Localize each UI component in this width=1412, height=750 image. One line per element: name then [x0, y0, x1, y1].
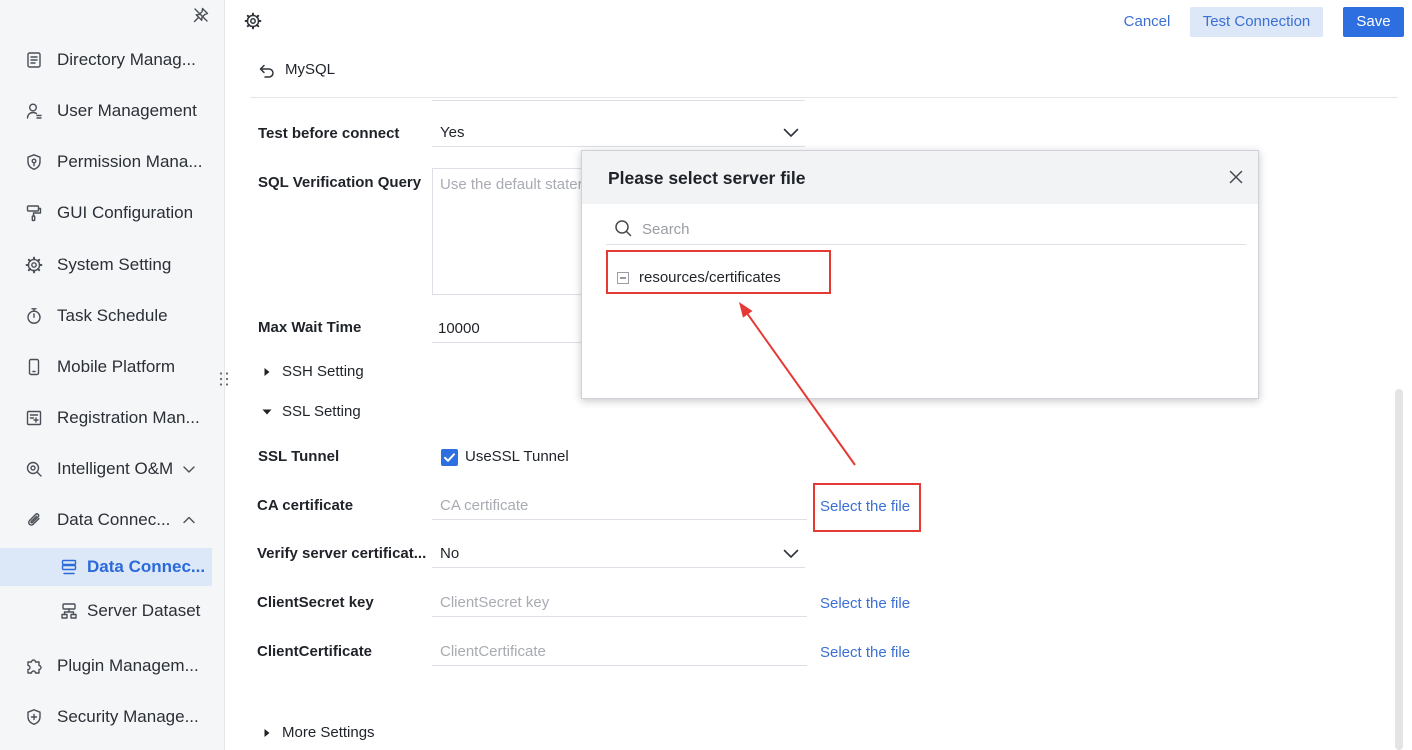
ca-certificate-select-file-link[interactable]: Select the file [820, 497, 910, 517]
sidebar-subitem-data-connection[interactable]: Data Connec... [0, 548, 212, 586]
client-certificate-select-file-link[interactable]: Select the file [820, 643, 910, 663]
search-underline [606, 244, 1246, 245]
shield-icon [25, 153, 43, 171]
test-before-connect-select[interactable]: Yes [432, 119, 805, 147]
chevron-down-icon [783, 128, 799, 138]
dataset-icon [60, 602, 78, 620]
max-wait-time-label: Max Wait Time [258, 319, 362, 336]
dialog-header: Please select server file [582, 151, 1258, 204]
client-secret-key-label: ClientSecret key [257, 594, 374, 611]
sidebar-item-label: Registration Man... [57, 408, 200, 427]
pin-icon[interactable] [192, 6, 210, 24]
sidebar-item-user-management[interactable]: User Management [0, 89, 212, 133]
search-icon [614, 219, 632, 237]
ssl-tunnel-checkbox[interactable] [441, 449, 458, 466]
more-settings-label: More Settings [282, 724, 375, 741]
sidebar-item-label: User Management [57, 101, 197, 120]
client-certificate-input[interactable] [432, 638, 807, 666]
sql-verification-query-label: SQL Verification Query [258, 174, 422, 191]
paperclip-icon [25, 511, 43, 529]
ca-certificate-label: CA certificate [257, 497, 354, 514]
select-value: No [440, 545, 460, 562]
client-secret-key-input[interactable] [432, 589, 807, 617]
dialog-title: Please select server file [608, 168, 806, 188]
close-icon[interactable] [1229, 170, 1243, 184]
sidebar-item-data-connection-group[interactable]: Data Connec... [0, 498, 212, 542]
select-server-file-dialog: Please select server file resources/cert… [581, 150, 1259, 399]
sidebar-item-label: Directory Manag... [57, 50, 196, 69]
ssl-tunnel-checkbox-label[interactable]: UseSSL Tunnel [465, 447, 569, 467]
puzzle-icon [25, 657, 43, 675]
tree-node-label: resources/certificates [639, 269, 781, 286]
sidebar-item-intelligent-om[interactable]: Intelligent O&M [0, 447, 212, 491]
sidebar-item-label: Mobile Platform [57, 357, 176, 376]
cancel-button[interactable]: Cancel [1118, 7, 1176, 37]
header-divider [250, 97, 1398, 98]
more-settings-toggle[interactable]: More Settings [262, 723, 402, 743]
test-connection-button[interactable]: Test Connection [1190, 7, 1323, 37]
gear-icon [25, 256, 43, 274]
page-title: MySQL [285, 61, 336, 78]
client-secret-key-select-file-link[interactable]: Select the file [820, 594, 910, 614]
sidebar-item-task-schedule[interactable]: Task Schedule [0, 294, 212, 338]
data-connection-icon [60, 558, 78, 576]
sidebar-item-label: System Setting [57, 255, 172, 274]
ssl-tunnel-label: SSL Tunnel [258, 448, 340, 465]
client-certificate-label: ClientCertificate [257, 643, 373, 660]
sidebar-item-label: GUI Configuration [57, 203, 194, 222]
sidebar-item-gui-configuration[interactable]: GUI Configuration [0, 191, 212, 235]
sidebar-item-registration-management[interactable]: Registration Man... [0, 396, 212, 440]
registration-icon [25, 409, 43, 427]
verify-server-certificate-label: Verify server certificat... [257, 545, 427, 562]
sidebar-subitem-server-dataset[interactable]: Server Dataset [0, 592, 212, 630]
ssh-setting-toggle[interactable]: SSH Setting [262, 362, 402, 382]
paint-roller-icon [25, 204, 43, 222]
tree-node[interactable]: resources/certificates [614, 267, 814, 289]
ssl-setting-toggle[interactable]: SSL Setting [262, 402, 402, 422]
om-icon [25, 460, 43, 478]
chevron-down-icon [783, 549, 799, 559]
caret-down-icon [262, 407, 272, 417]
sidebar-item-label: Plugin Managem... [57, 656, 199, 675]
directory-icon [25, 51, 43, 69]
caret-right-icon [262, 728, 272, 738]
sidebar-item-plugin-management[interactable]: Plugin Managem... [0, 644, 212, 688]
user-icon [25, 102, 43, 120]
chevron-down-icon[interactable] [180, 460, 198, 478]
sidebar-item-permission-management[interactable]: Permission Mana... [0, 140, 212, 184]
sidebar-item-label: Security Manage... [57, 707, 199, 726]
sidebar: Directory Manag... User Management Permi… [0, 0, 225, 750]
chevron-up-icon[interactable] [180, 511, 198, 529]
sidebar-item-label: Data Connec... [57, 510, 171, 529]
save-button[interactable]: Save [1343, 7, 1404, 37]
drag-handle-icon[interactable] [218, 371, 230, 387]
caret-right-icon [262, 367, 272, 377]
sidebar-item-security-management[interactable]: Security Manage... [0, 695, 212, 739]
back-arrow-icon[interactable] [258, 62, 276, 80]
sidebar-item-label: Data Connec... [87, 557, 206, 576]
ca-certificate-input[interactable] [432, 492, 807, 520]
sidebar-item-label: Permission Mana... [57, 152, 203, 171]
sidebar-item-label: Intelligent O&M [57, 459, 174, 478]
collapse-icon[interactable] [617, 272, 629, 284]
sidebar-item-label: Task Schedule [57, 306, 168, 325]
sidebar-item-label: Server Dataset [87, 601, 201, 620]
settings-icon[interactable] [244, 12, 262, 30]
ssh-setting-label: SSH Setting [282, 363, 364, 380]
verify-server-certificate-select[interactable]: No [432, 540, 805, 568]
sidebar-item-system-setting[interactable]: System Setting [0, 243, 212, 287]
vertical-scrollbar[interactable] [1395, 389, 1403, 750]
dialog-search-input[interactable] [640, 217, 1220, 241]
ssl-setting-label: SSL Setting [282, 403, 361, 420]
sidebar-item-mobile-platform[interactable]: Mobile Platform [0, 345, 212, 389]
sidebar-item-directory-management[interactable]: Directory Manag... [0, 38, 212, 82]
select-value: Yes [440, 124, 465, 141]
test-before-connect-label: Test before connect [258, 125, 400, 142]
mobile-icon [25, 358, 43, 376]
field-border [432, 100, 805, 101]
stopwatch-icon [25, 307, 43, 325]
security-icon [25, 708, 43, 726]
